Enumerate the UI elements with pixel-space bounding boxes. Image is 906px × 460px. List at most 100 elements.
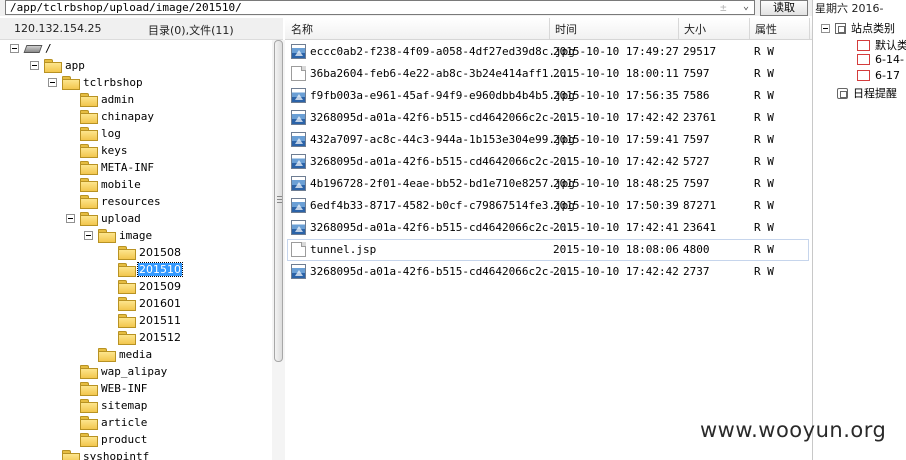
site-item[interactable]: 6-14- [857,53,904,66]
folder-icon [118,331,136,345]
file-time: 2015-10-10 18:00:11 [553,67,679,80]
tree-node-label: log [101,126,121,140]
collapse-icon[interactable] [30,60,39,70]
tree-node[interactable]: META-INF [80,159,155,175]
folder-icon [80,110,98,124]
file-size: 7597 [683,133,710,146]
file-size: 7597 [683,67,710,80]
server-ip: 120.132.154.25 [14,22,102,35]
file-time: 2015-10-10 17:42:42 [553,265,679,278]
file-name: 3268095d-a01a-42f6-b515-cd4642066c2c-... [310,265,575,278]
schedule-label: 日程提醒 [853,87,897,100]
chevron-down-icon[interactable]: ⌄ [738,0,754,14]
file-row[interactable]: 3268095d-a01a-42f6-b515-cd4642066c2c-...… [285,217,812,239]
file-attr: R W [754,199,774,212]
file-row[interactable]: 3268095d-a01a-42f6-b515-cd4642066c2c-...… [285,261,812,283]
tree-node[interactable]: 201512 [118,329,182,345]
site-category-node[interactable]: 站点类别 [821,20,895,36]
file-size: 7597 [683,177,710,190]
file-attr: R W [754,89,774,102]
schedule-node[interactable]: 日程提醒 [837,85,897,101]
folder-icon [80,93,98,107]
tree-node[interactable]: image [84,227,153,243]
tree-node[interactable]: sitemap [80,397,148,413]
tree-node[interactable]: 201508 [118,244,182,260]
file-size: 5727 [683,155,710,168]
file-time: 2015-10-10 17:42:42 [553,155,679,168]
tree-node[interactable]: WEB-INF [80,380,148,396]
tree-scrollbar[interactable] [272,40,285,460]
file-row[interactable]: 4b196728-2f01-4eae-bb52-bd1e710e8257.jpg… [285,173,812,195]
file-row[interactable]: 36ba2604-feb6-4e22-ab8c-3b24e414aff1....… [285,63,812,85]
column-header-size[interactable]: 大小 [684,21,706,37]
tree-node[interactable]: 201510 [118,261,183,277]
path-extra-icon: ± [720,1,727,14]
file-row[interactable]: 6edf4b33-8717-4582-b0cf-c79867514fe3.jpg… [285,195,812,217]
collapse-icon[interactable] [10,43,19,53]
tree-node[interactable]: tclrbshop [48,74,144,90]
read-button[interactable]: 读取 [760,0,808,16]
folder-icon [62,450,80,460]
category-icon [835,22,846,34]
folder-icon [98,348,116,362]
tree-node[interactable]: syshopintf [62,448,150,460]
tree-node[interactable]: admin [80,91,135,107]
tree-node[interactable]: chinapay [80,108,155,124]
folder-icon [80,178,98,192]
tree-node-label: mobile [101,177,141,191]
drive-icon [24,43,40,53]
column-header-name[interactable]: 名称 [291,21,313,37]
path-input[interactable]: /app/tclrbshop/upload/image/201510/ [5,0,755,15]
file-row[interactable]: 3268095d-a01a-42f6-b515-cd4642066c2c-...… [285,107,812,129]
scrollbar-thumb[interactable] [274,40,283,362]
site-item[interactable]: 6-17 [857,69,900,82]
file-row[interactable]: eccc0ab2-f238-4f09-a058-4df27ed39d8c.jpg… [285,41,812,63]
tree-node[interactable]: upload [66,210,142,226]
tree-node-label: 201512 [139,330,181,344]
tree-node[interactable]: 201601 [118,295,182,311]
file-row[interactable]: f9fb003a-e961-45af-94f9-e960dbb4b4b5.jpg… [285,85,812,107]
tree-node[interactable]: / [10,40,53,56]
file-name: tunnel.jsp [310,243,377,256]
tree-node-label: 201511 [139,313,181,327]
file-row[interactable]: 3268095d-a01a-42f6-b515-cd4642066c2c-...… [285,151,812,173]
file-row[interactable]: tunnel.jsp 2015-10-10 18:08:06 4800 R W [285,239,812,261]
tree-node[interactable]: article [80,414,148,430]
folder-icon [80,161,98,175]
tree-node-label: resources [101,194,161,208]
tree-node[interactable]: 201511 [118,312,182,328]
site-item-label: 6-17 [875,69,900,82]
tree-node[interactable]: log [80,125,122,141]
file-attr: R W [754,155,774,168]
tree-node[interactable]: resources [80,193,162,209]
file-name: 432a7097-ac8c-44c3-944a-1b153e304e99.jpg [310,133,575,146]
tree-node[interactable]: product [80,431,148,447]
tree-node-label: wap_alipay [101,364,168,378]
tree-node-label: media [119,347,153,361]
tree-node[interactable]: keys [80,142,129,158]
file-time: 2015-10-10 18:08:06 [553,243,679,256]
site-item[interactable]: 默认类 [857,37,906,53]
tree-node[interactable]: wap_alipay [80,363,168,379]
tree-node[interactable]: media [98,346,153,362]
document-file-icon [291,242,306,257]
tree-header: 120.132.154.25 目录(0),文件(11) [0,18,283,40]
tree-node-label: article [101,415,148,429]
tree-node[interactable]: mobile [80,176,142,192]
tree-node[interactable]: app [30,57,86,73]
tree-node-label: 201510 [137,261,183,277]
folder-icon [44,59,62,73]
collapse-icon[interactable] [48,77,57,87]
collapse-icon[interactable] [821,23,830,33]
tree-node[interactable]: 201509 [118,278,182,294]
tree-node-label: tclrbshop [83,75,143,89]
folder-icon [80,144,98,158]
folder-icon [118,280,136,294]
column-header-time[interactable]: 时间 [555,21,577,37]
file-size: 4800 [683,243,710,256]
collapse-icon[interactable] [84,230,93,240]
collapse-icon[interactable] [66,213,75,223]
file-attr: R W [754,45,774,58]
file-row[interactable]: 432a7097-ac8c-44c3-944a-1b153e304e99.jpg… [285,129,812,151]
column-header-attr[interactable]: 属性 [755,21,777,37]
